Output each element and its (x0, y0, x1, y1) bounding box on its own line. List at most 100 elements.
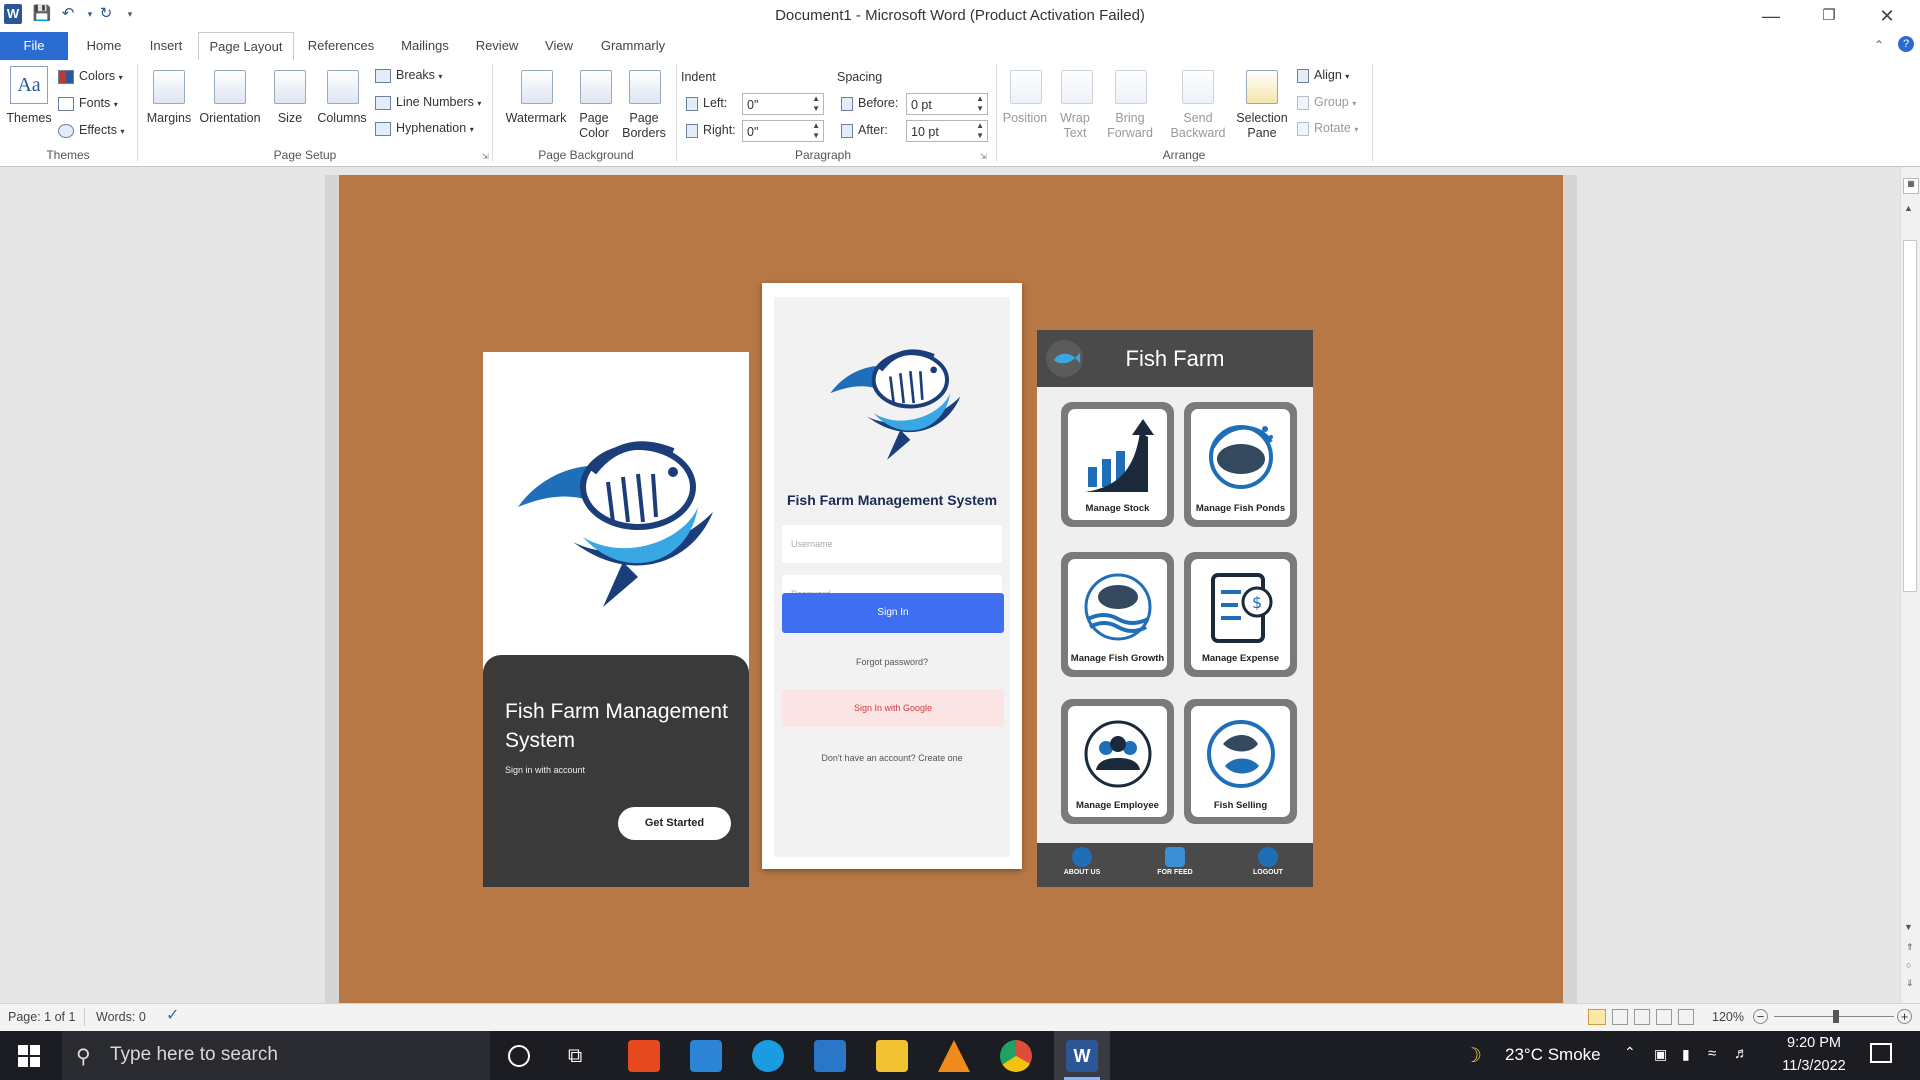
themes-button[interactable]: Themes (4, 111, 54, 126)
vlc-player-icon[interactable] (938, 1040, 970, 1072)
file-explorer-icon[interactable] (876, 1040, 908, 1072)
create-account-link[interactable]: Don't have an account? Create one (774, 753, 1010, 763)
tile-manage-expense[interactable]: $ Manage Expense (1184, 552, 1297, 677)
nav-logout[interactable]: LOGOUT (1233, 847, 1303, 876)
nav-about-us[interactable]: ABOUT US (1047, 847, 1117, 876)
splash-screen-image[interactable]: Fish Farm Management System Sign in with… (483, 352, 749, 887)
zoom-level[interactable]: 120% (1712, 1010, 1744, 1024)
watermark-button[interactable]: Watermark (500, 111, 572, 126)
zoom-in-icon[interactable]: + (1897, 1009, 1912, 1024)
previous-page-icon[interactable]: ⇑ (1906, 942, 1914, 953)
align-button[interactable]: Align ▾ (1297, 68, 1349, 83)
tab-view[interactable]: View (536, 32, 582, 60)
hyphenation-button[interactable]: Hyphenation ▾ (375, 121, 474, 136)
word-app-icon[interactable]: W (1066, 1040, 1098, 1072)
spacing-before-input[interactable]: 0 pt ▲ ▼ (906, 93, 988, 115)
bring-forward-button[interactable]: Bring Forward (1100, 111, 1160, 141)
collapse-ribbon-icon[interactable]: ⌃ (1874, 38, 1884, 52)
forgot-password-link[interactable]: Forgot password? (774, 657, 1010, 667)
task-view-icon[interactable]: ⧉ (568, 1045, 582, 1068)
paragraph-launcher-icon[interactable]: ⇲ (980, 152, 987, 161)
username-field[interactable]: Username (782, 525, 1002, 563)
effects-button[interactable]: Effects ▾ (58, 123, 124, 138)
notifications-icon[interactable] (1870, 1043, 1892, 1063)
fonts-button[interactable]: Fonts ▾ (58, 96, 118, 111)
scroll-down-icon[interactable]: ▼ (1904, 922, 1913, 932)
tile-manage-fish-ponds[interactable]: Manage Fish Ponds (1184, 402, 1297, 527)
spinner-arrows-icon[interactable]: ▲ ▼ (812, 121, 820, 141)
page-setup-launcher-icon[interactable]: ⇲ (482, 152, 489, 161)
tab-file[interactable]: File (0, 32, 68, 60)
battery-icon[interactable]: ▮ (1682, 1046, 1690, 1063)
windows-start-icon[interactable] (18, 1045, 40, 1067)
tab-mailings[interactable]: Mailings (392, 32, 458, 60)
line-numbers-button[interactable]: Line Numbers ▾ (375, 95, 481, 110)
indent-right-input[interactable]: 0" ▲ ▼ (742, 120, 824, 142)
rotate-button[interactable]: Rotate ▾ (1297, 121, 1358, 136)
tile-fish-selling[interactable]: Fish Selling (1184, 699, 1297, 824)
columns-button[interactable]: Columns (314, 111, 370, 126)
tab-insert[interactable]: Insert (140, 32, 192, 60)
close-button[interactable]: ✕ (1858, 0, 1916, 32)
print-layout-icon[interactable] (1588, 1009, 1606, 1025)
tab-page-layout[interactable]: Page Layout (198, 32, 294, 61)
browse-object-icon[interactable]: ○ (1906, 960, 1911, 970)
themes-icon[interactable]: Aa (10, 66, 48, 104)
zoom-slider-thumb[interactable] (1833, 1010, 1839, 1023)
outline-icon[interactable] (1656, 1009, 1672, 1025)
next-page-icon[interactable]: ⇓ (1906, 978, 1914, 989)
clock-date[interactable]: 11/3/2022 (1764, 1058, 1864, 1074)
margins-button[interactable]: Margins (140, 111, 198, 126)
ruler-toggle-icon[interactable]: ▦ (1903, 178, 1919, 194)
tile-manage-employee[interactable]: Manage Employee (1061, 699, 1174, 824)
volume-icon[interactable]: ♬ (1734, 1045, 1749, 1062)
sign-in-button[interactable]: Sign In (782, 593, 1004, 633)
breaks-button[interactable]: Breaks ▾ (375, 68, 442, 83)
position-button[interactable]: Position (998, 111, 1052, 126)
help-icon[interactable]: ? (1898, 36, 1914, 52)
wifi-icon[interactable]: ≈ (1708, 1045, 1716, 1062)
spinner-arrows-icon[interactable]: ▲ ▼ (812, 94, 820, 114)
tab-home[interactable]: Home (78, 32, 130, 60)
page-count[interactable]: Page: 1 of 1 (8, 1010, 75, 1024)
clock-time[interactable]: 9:20 PM (1764, 1035, 1864, 1051)
zoom-out-icon[interactable]: − (1753, 1009, 1768, 1024)
proofing-icon[interactable]: ✓ (166, 1005, 179, 1025)
meet-now-icon[interactable]: ▣ (1654, 1046, 1667, 1063)
scroll-up-icon[interactable]: ▲ (1904, 203, 1913, 213)
get-started-button[interactable]: Get Started (618, 807, 731, 840)
google-sign-in-button[interactable]: Sign In with Google (782, 689, 1004, 727)
selection-pane-button[interactable]: Selection Pane (1232, 111, 1292, 141)
tile-manage-stock[interactable]: Manage Stock (1061, 402, 1174, 527)
weather-text[interactable]: 23°C Smoke (1505, 1045, 1601, 1065)
send-backward-button[interactable]: Send Backward (1162, 111, 1234, 141)
colors-button[interactable]: Colors ▾ (58, 69, 123, 84)
nav-for-feed[interactable]: FOR FEED (1140, 847, 1210, 876)
word-count[interactable]: Words: 0 (96, 1010, 146, 1024)
draft-icon[interactable] (1678, 1009, 1694, 1025)
size-button[interactable]: Size (270, 111, 310, 126)
orientation-button[interactable]: Orientation (196, 111, 264, 126)
spinner-arrows-icon[interactable]: ▲ ▼ (976, 121, 984, 141)
wrap-text-button[interactable]: Wrap Text (1052, 111, 1098, 141)
indent-left-input[interactable]: 0" ▲ ▼ (742, 93, 824, 115)
tab-grammarly[interactable]: Grammarly (592, 32, 674, 60)
page-borders-button[interactable]: Page Borders (618, 111, 670, 141)
login-screen-image[interactable]: Fish Farm Management System Username Pas… (762, 283, 1022, 869)
full-screen-reading-icon[interactable] (1612, 1009, 1628, 1025)
tab-review[interactable]: Review (468, 32, 526, 60)
page-color-button[interactable]: Page Color (570, 111, 618, 141)
show-hidden-icons-icon[interactable]: ⌃ (1624, 1044, 1636, 1061)
edge-browser-icon[interactable] (752, 1040, 784, 1072)
chrome-browser-icon[interactable] (1000, 1040, 1032, 1072)
microsoft-store-icon[interactable] (690, 1040, 722, 1072)
tile-manage-fish-growth[interactable]: Manage Fish Growth (1061, 552, 1174, 677)
cortana-icon[interactable] (508, 1045, 530, 1067)
restore-button[interactable]: ❐ (1800, 0, 1858, 32)
office-app-icon[interactable] (628, 1040, 660, 1072)
tab-references[interactable]: References (300, 32, 382, 60)
taskbar-search-placeholder[interactable]: Type here to search (110, 1044, 278, 1066)
group-button[interactable]: Group ▾ (1297, 95, 1356, 110)
minimize-button[interactable]: — (1742, 0, 1800, 32)
mail-icon[interactable] (814, 1040, 846, 1072)
